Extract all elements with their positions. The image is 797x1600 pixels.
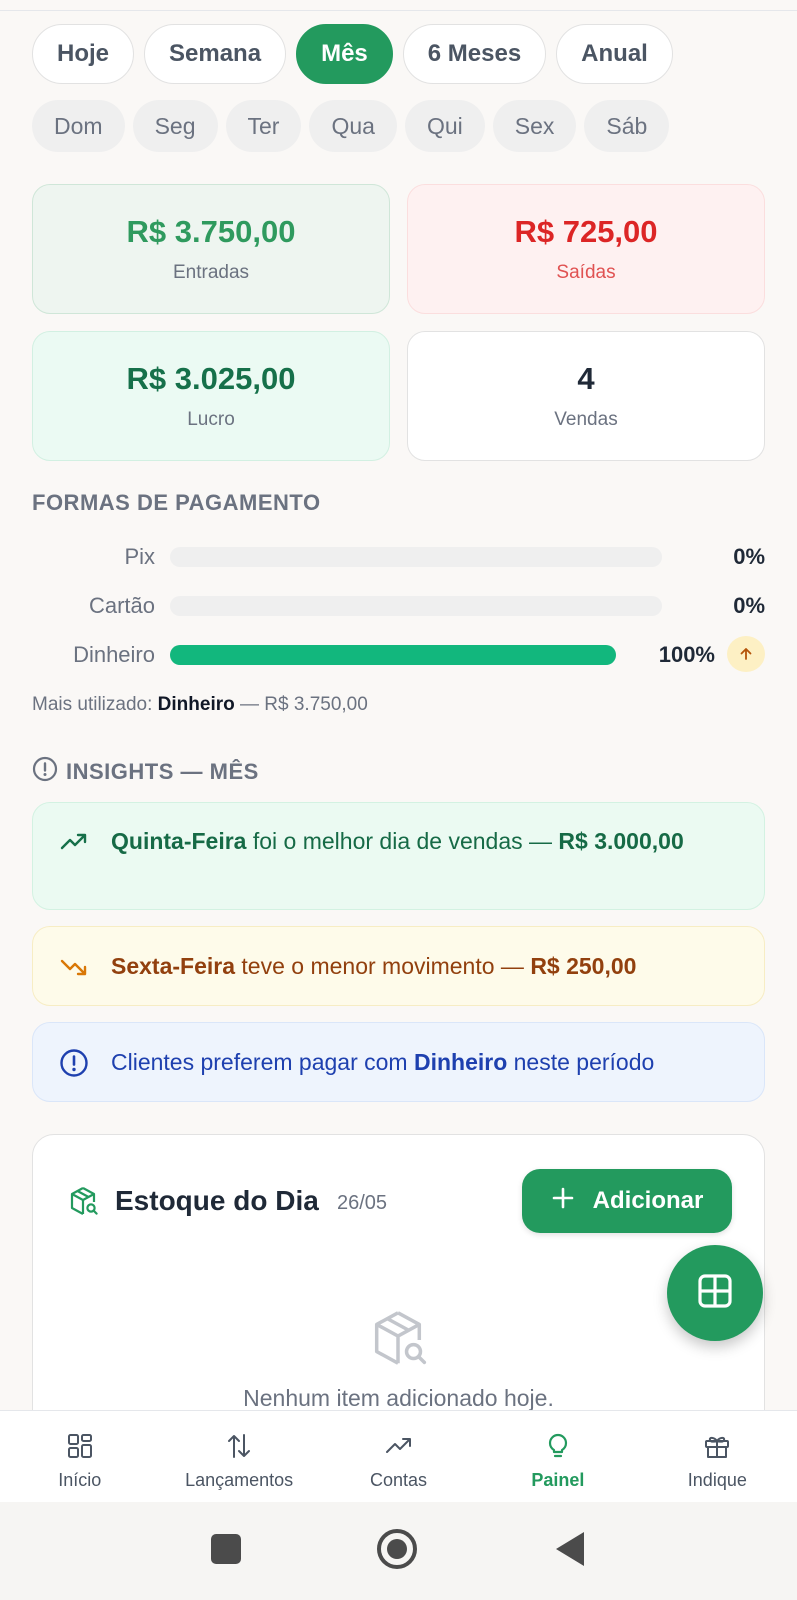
entradas-value: R$ 3.750,00 (126, 214, 296, 249)
vendas-label: Vendas (554, 409, 618, 430)
payment-row-cartao: Cartão 0% (32, 585, 765, 625)
nav-lancamentos[interactable]: Lançamentos (159, 1411, 318, 1502)
trending-up-icon (59, 827, 89, 857)
nav-indique-label: Indique (687, 1470, 747, 1490)
insight-payment-preference: Clientes preferem pagar com Dinheiro nes… (32, 1022, 765, 1102)
vendas-value: 4 (577, 361, 595, 396)
top-divider (0, 10, 797, 11)
day-sex-button[interactable]: Sex (492, 100, 577, 152)
period-filter: Hoje Semana Mês 6 Meses Anual (32, 24, 673, 84)
day-ter-button[interactable]: Ter (225, 100, 302, 152)
insights-title-text: INSIGHTS — MÊS (66, 759, 259, 784)
grid-icon (65, 1431, 95, 1466)
weekday-filter: Dom Seg Ter Qua Qui Sex Sáb (32, 100, 670, 152)
nav-inicio[interactable]: Início (0, 1411, 159, 1502)
vendas-card: 4 Vendas (407, 331, 765, 461)
insight-worst-text: Sexta-Feira teve o menor movimento — R$ … (111, 950, 636, 982)
insight-preference-text: Clientes preferem pagar com Dinheiro nes… (111, 1046, 654, 1078)
day-sab-button[interactable]: Sáb (584, 100, 670, 152)
insight-best-text: Quinta-Feira foi o melhor dia de vendas … (111, 825, 684, 857)
add-stock-label: Adicionar (592, 1187, 704, 1214)
period-hoje-button[interactable]: Hoje (32, 24, 135, 84)
payments-title: FORMAS DE PAGAMENTO (32, 490, 321, 515)
lightbulb-icon (543, 1431, 573, 1466)
trending-up-icon (384, 1431, 414, 1466)
info-circle-icon (59, 1048, 89, 1078)
payment-name: Pix (124, 544, 155, 569)
plus-icon (551, 1186, 575, 1217)
saidas-label: Saídas (556, 262, 616, 283)
bottom-nav: Início Lançamentos Contas Painel Indique (0, 1410, 797, 1502)
most-used-note: Mais utilizado: Dinheiro — R$ 3.750,00 (32, 694, 368, 716)
payment-bar-track (170, 596, 662, 616)
payment-percent: 100% (658, 642, 715, 667)
arrows-updown-icon (224, 1431, 254, 1466)
nav-painel[interactable]: Painel (478, 1411, 637, 1502)
lucro-value: R$ 3.025,00 (126, 361, 296, 396)
insight-worst-desc: teve o menor movimento — (235, 953, 531, 979)
nav-painel-label: Painel (531, 1470, 585, 1490)
insight-worst-day-name: Sexta-Feira (111, 953, 236, 979)
day-qui-button[interactable]: Qui (404, 100, 485, 152)
payment-row-pix: Pix 0% (32, 536, 765, 576)
day-dom-button[interactable]: Dom (32, 100, 125, 152)
period-anual-button[interactable]: Anual (556, 24, 673, 84)
nav-contas[interactable]: Contas (319, 1411, 478, 1502)
payment-name: Dinheiro (73, 642, 155, 667)
stock-empty-text: Nenhum item adicionado hoje. (243, 1385, 554, 1411)
insights-title: INSIGHTS — MÊS (32, 756, 259, 788)
trending-down-icon (59, 952, 89, 982)
insight-pref-before: Clientes preferem pagar com (111, 1049, 414, 1075)
payment-bar-fill (170, 645, 616, 665)
package-search-icon (67, 1185, 99, 1222)
system-nav-bar (0, 1502, 797, 1600)
payment-row-dinheiro: Dinheiro 100% (32, 634, 765, 674)
payment-percent: 0% (733, 593, 765, 618)
saidas-value: R$ 725,00 (514, 214, 658, 249)
period-6meses-button[interactable]: 6 Meses (402, 24, 547, 84)
period-semana-button[interactable]: Semana (144, 24, 287, 84)
add-stock-button[interactable]: Adicionar (522, 1169, 732, 1233)
period-mes-button[interactable]: Mês (296, 24, 393, 84)
most-used-value: — R$ 3.750,00 (240, 694, 368, 715)
alert-circle-icon (32, 756, 58, 788)
most-used-prefix: Mais utilizado: (32, 694, 153, 715)
most-used-method: Dinheiro (157, 694, 235, 715)
insight-worst-value: R$ 250,00 (530, 953, 637, 979)
insight-pref-method: Dinheiro (413, 1049, 508, 1075)
lucro-label: Lucro (187, 409, 235, 430)
quick-actions-fab[interactable] (667, 1245, 763, 1341)
arrow-up-icon (727, 636, 765, 672)
entradas-label: Entradas (172, 262, 250, 283)
lucro-card: R$ 3.025,00 Lucro (32, 331, 390, 461)
insight-best-day: Quinta-Feira foi o melhor dia de vendas … (32, 802, 765, 910)
insight-best-desc: foi o melhor dia de vendas — (246, 828, 559, 854)
gift-icon (702, 1431, 732, 1466)
day-seg-button[interactable]: Seg (132, 100, 218, 152)
stock-title: Estoque do Dia (115, 1185, 319, 1216)
insight-pref-after: neste período (507, 1049, 655, 1075)
day-qua-button[interactable]: Qua (309, 100, 397, 152)
home-icon[interactable] (377, 1529, 417, 1569)
grid-square-icon (697, 1273, 733, 1314)
nav-indique[interactable]: Indique (638, 1411, 797, 1502)
nav-contas-label: Contas (369, 1470, 428, 1490)
payment-name: Cartão (88, 593, 155, 618)
stock-date: 26/05 (337, 1192, 388, 1214)
insight-worst-day: Sexta-Feira teve o menor movimento — R$ … (32, 926, 765, 1006)
payment-percent: 0% (733, 544, 765, 569)
recents-icon[interactable] (211, 1534, 241, 1564)
nav-lancamentos-label: Lançamentos (185, 1470, 294, 1490)
insight-best-value: R$ 3.000,00 (558, 828, 684, 854)
payment-bar-track (170, 547, 662, 567)
payment-bar-track (170, 645, 616, 665)
empty-package-icon (367, 1307, 429, 1374)
saidas-card: R$ 725,00 Saídas (407, 184, 765, 314)
entradas-card: R$ 3.750,00 Entradas (32, 184, 390, 314)
back-icon[interactable] (556, 1532, 584, 1566)
insight-best-day-name: Quinta-Feira (111, 828, 247, 854)
nav-inicio-label: Início (58, 1470, 102, 1490)
